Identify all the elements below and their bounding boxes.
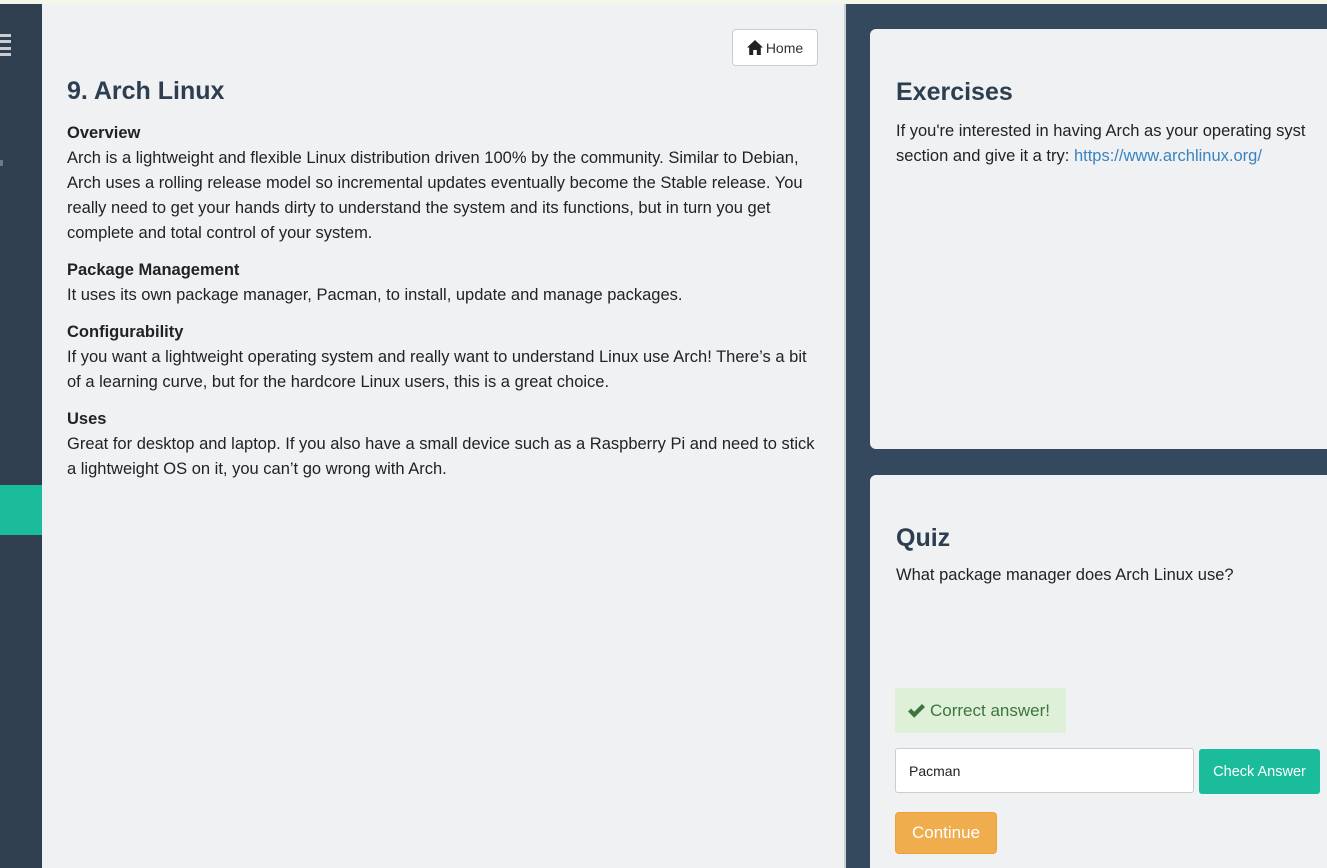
section-package-management: Package Management It uses its own packa… xyxy=(67,258,822,308)
section-heading: Package Management xyxy=(67,261,240,279)
home-button-label: Home xyxy=(765,39,804,56)
section-heading: Configurability xyxy=(67,323,184,341)
quiz-card: Quiz What package manager does Arch Linu… xyxy=(870,475,1327,868)
lesson-title: 9. Arch Linux xyxy=(67,77,225,105)
archlinux-link[interactable]: https://www.archlinux.org/ xyxy=(1074,147,1262,165)
section-text: If you want a lightweight operating syst… xyxy=(67,348,807,391)
lesson-body: Overview Arch is a lightweight and flexi… xyxy=(67,121,822,494)
section-text: Arch is a lightweight and flexible Linux… xyxy=(67,149,803,242)
section-uses: Uses Great for desktop and laptop. If yo… xyxy=(67,407,822,482)
section-heading: Overview xyxy=(67,124,141,142)
check-icon xyxy=(908,703,925,718)
correct-answer-alert: Correct answer! xyxy=(895,688,1066,733)
sidebar-marker xyxy=(0,160,3,166)
quiz-title: Quiz xyxy=(896,524,951,552)
home-icon xyxy=(746,40,763,55)
section-overview: Overview Arch is a lightweight and flexi… xyxy=(67,121,822,246)
lesson-panel: Home 9. Arch Linux Overview Arch is a li… xyxy=(42,4,844,868)
section-text: It uses its own package manager, Pacman,… xyxy=(67,286,683,304)
quiz-question: What package manager does Arch Linux use… xyxy=(896,566,1234,584)
exercises-text-line2: section and give it a try: xyxy=(896,147,1074,165)
continue-button[interactable]: Continue xyxy=(895,812,997,854)
answer-input[interactable] xyxy=(895,748,1194,793)
panel-divider[interactable] xyxy=(844,4,846,868)
section-text: Great for desktop and laptop. If you als… xyxy=(67,435,815,478)
check-answer-button[interactable]: Check Answer xyxy=(1199,749,1320,794)
exercises-text-line1: If you're interested in having Arch as y… xyxy=(896,122,1306,140)
exercises-text: If you're interested in having Arch as y… xyxy=(896,119,1327,169)
sidebar-active-item[interactable] xyxy=(0,485,42,535)
section-heading: Uses xyxy=(67,410,107,428)
alert-text: Correct answer! xyxy=(930,700,1050,720)
exercises-title: Exercises xyxy=(896,78,1013,106)
section-configurability: Configurability If you want a lightweigh… xyxy=(67,320,822,395)
exercises-card: Exercises If you're interested in having… xyxy=(870,29,1327,449)
hamburger-icon[interactable] xyxy=(0,34,11,56)
sidebar xyxy=(0,4,42,868)
home-button[interactable]: Home xyxy=(732,29,818,66)
